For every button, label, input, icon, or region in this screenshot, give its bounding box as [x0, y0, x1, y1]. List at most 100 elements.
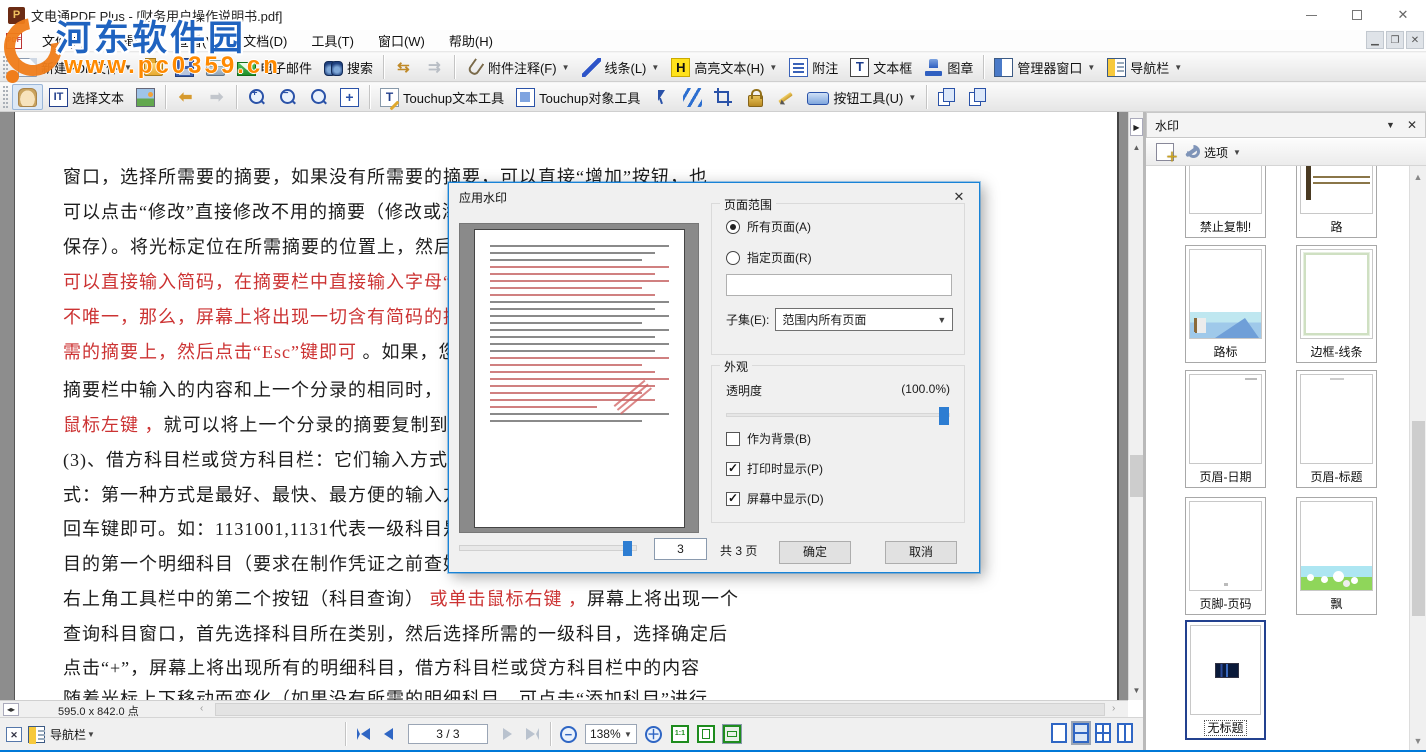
crop-tool-button[interactable]	[708, 84, 739, 110]
text-box-button[interactable]: T 文本框	[844, 54, 918, 80]
attach-note-button[interactable]: 附件注释(F) ▼	[459, 54, 576, 80]
zoom-tool-button[interactable]	[303, 84, 334, 110]
panel-scroll-up-arrow[interactable]: ▲	[1410, 172, 1426, 182]
statusbar-expander-button[interactable]: ◂▸	[3, 703, 19, 716]
continuous-layout-button[interactable]	[1073, 723, 1089, 743]
continuous-facing-layout-button[interactable]	[1095, 723, 1111, 743]
facing-layout-button[interactable]	[1117, 723, 1133, 743]
touchup-object-button[interactable]: Touchup对象工具	[510, 84, 646, 110]
options-button[interactable]: 选项 ▼	[1184, 144, 1241, 161]
fit-page-button[interactable]	[697, 725, 715, 743]
fit-width-button[interactable]	[723, 725, 741, 743]
scroll-right-arrow[interactable]: ›	[1112, 703, 1115, 714]
show-when-printing-checkbox[interactable]: 打印时显示(P)	[726, 460, 964, 477]
print-button[interactable]	[200, 54, 231, 80]
single-page-layout-button[interactable]	[1051, 723, 1067, 743]
horizontal-scroll-thumb[interactable]	[215, 703, 1105, 716]
panel-expand-button[interactable]: ▶	[1130, 118, 1143, 136]
select-text-button[interactable]: IT 选择文本	[43, 84, 130, 110]
previous-page-button[interactable]	[384, 728, 393, 740]
zoom-out-tool-button[interactable]: −	[272, 84, 303, 110]
preview-page-input[interactable]: 3	[654, 538, 707, 560]
rotate-page-cw-button[interactable]	[931, 84, 962, 110]
note-button[interactable]: 附注	[783, 54, 844, 80]
highlight-text-button[interactable]: H 高亮文本(H) ▼	[665, 54, 783, 80]
watermark-thumb-border-lines[interactable]: 边框-线条	[1296, 245, 1377, 363]
menu-document[interactable]: 文档(D)	[231, 29, 299, 52]
preview-page-slider[interactable]	[459, 545, 637, 551]
child-minimize-button[interactable]: ▁	[1366, 31, 1384, 49]
rotate-page-ccw-button[interactable]	[962, 84, 993, 110]
watermark-thumb-header-date[interactable]: 页眉-日期	[1185, 370, 1266, 488]
watermark-thumb-forbid-copy[interactable]: 禁止复制!	[1185, 166, 1266, 238]
as-background-checkbox[interactable]: 作为背景(B)	[726, 430, 964, 447]
cursor-tool-button[interactable]	[646, 84, 677, 110]
panel-scroll-down-arrow[interactable]: ▼	[1410, 736, 1426, 746]
ok-button[interactable]: 确定	[779, 541, 851, 564]
cancel-button[interactable]: 取消	[885, 541, 957, 564]
watermark-thumb-roadsign[interactable]: 路标	[1185, 245, 1266, 363]
last-page-button[interactable]	[526, 728, 539, 740]
watermark-thumb-header-title[interactable]: 页眉-标题	[1296, 370, 1377, 488]
specific-pages-radio[interactable]: 指定页面(R)	[726, 249, 964, 266]
child-close-button[interactable]: ✕	[1406, 31, 1424, 49]
navbar-label[interactable]: 导航栏	[50, 726, 86, 743]
link-tool-button[interactable]	[677, 84, 708, 110]
page-indicator[interactable]: 3 / 3	[408, 724, 488, 744]
stamp-button[interactable]: 图章	[918, 54, 979, 80]
maximize-button[interactable]	[1334, 0, 1380, 30]
button-tool-button[interactable]: 按钮工具(U) ▼	[801, 84, 922, 110]
watermark-thumb-footer-pagenum[interactable]: 页脚-页码	[1185, 497, 1266, 615]
child-restore-button[interactable]: ❐	[1386, 31, 1404, 49]
swap-pages-button[interactable]: ⇆	[388, 54, 419, 80]
toolbar-gripper[interactable]	[3, 86, 8, 108]
zoom-out-button[interactable]: −	[560, 726, 577, 743]
specific-pages-input[interactable]	[726, 274, 952, 296]
line-tool-button[interactable]: 线条(L) ▼	[576, 54, 666, 80]
actual-size-button[interactable]	[671, 725, 689, 743]
zoom-in-button[interactable]: ＋	[645, 726, 662, 743]
minimize-button[interactable]	[1288, 0, 1334, 30]
watermark-thumb-road[interactable]: 路	[1296, 166, 1377, 238]
manager-window-button[interactable]: 管理器窗口 ▼	[988, 54, 1101, 80]
chevron-down-icon[interactable]: ▼	[87, 730, 95, 739]
zoom-level-select[interactable]: 138% ▼	[585, 724, 637, 744]
new-pdf-button[interactable]: 新建PDF文件 ▼	[12, 54, 138, 80]
panel-close-icon[interactable]: ✕	[1407, 118, 1417, 132]
email-button[interactable]: 电子邮件	[231, 54, 318, 80]
slider-thumb[interactable]	[939, 407, 949, 425]
subset-select[interactable]: 范围内所有页面 ▼	[775, 308, 953, 331]
close-navbar-button[interactable]	[6, 727, 22, 742]
go-back-button[interactable]: ⬅	[170, 84, 201, 110]
all-pages-radio[interactable]: 所有页面(A)	[726, 218, 964, 235]
menu-view[interactable]: 查看(V)	[164, 29, 231, 52]
chevron-down-icon[interactable]: ▼	[1386, 120, 1395, 130]
zoom-in-tool-button[interactable]: +	[241, 84, 272, 110]
scroll-left-arrow[interactable]: ‹	[200, 703, 203, 714]
panel-scroll-thumb[interactable]	[1412, 421, 1425, 616]
menu-file[interactable]: 文件(F)	[30, 29, 97, 52]
search-button[interactable]: 搜索	[318, 54, 379, 80]
scroll-down-arrow[interactable]: ▼	[1130, 683, 1143, 698]
watermark-thumb-untitled[interactable]: 无标题	[1185, 620, 1266, 740]
open-button[interactable]	[138, 54, 169, 80]
add-watermark-button[interactable]	[1156, 143, 1174, 161]
menu-help[interactable]: 帮助(H)	[437, 29, 505, 52]
opacity-slider[interactable]	[726, 413, 950, 417]
watermark-thumb-float[interactable]: 飘	[1296, 497, 1377, 615]
sign-tool-button[interactable]	[770, 84, 801, 110]
close-button[interactable]: ✕	[1380, 0, 1426, 30]
show-on-screen-checkbox[interactable]: 屏幕中显示(D)	[726, 490, 964, 507]
nav-bar-button[interactable]: 导航栏 ▼	[1101, 54, 1188, 80]
menu-window[interactable]: 窗口(W)	[366, 29, 437, 52]
next-page-button[interactable]	[503, 728, 512, 740]
menu-tools[interactable]: 工具(T)	[299, 29, 366, 52]
vertical-scroll-thumb[interactable]	[1130, 455, 1143, 497]
pdf-document-icon[interactable]: PDF	[6, 33, 22, 49]
scroll-up-arrow[interactable]: ▲	[1130, 140, 1143, 155]
marquee-zoom-button[interactable]: +	[334, 84, 365, 110]
hand-tool-button[interactable]	[12, 84, 43, 110]
menu-edit[interactable]: 编辑(E)	[97, 29, 164, 52]
touchup-text-button[interactable]: T Touchup文本工具	[374, 84, 510, 110]
save-button[interactable]	[169, 54, 200, 80]
